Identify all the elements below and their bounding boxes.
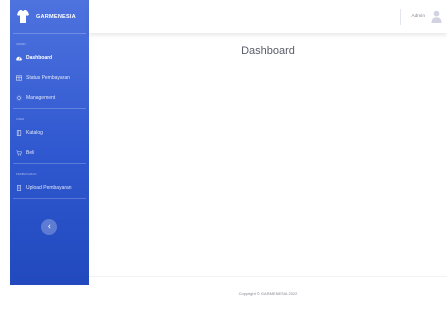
sidebar-item-label: Management <box>26 95 56 101</box>
sidebar-toggle-button[interactable] <box>41 219 57 235</box>
sidebar-heading-pembayaran: PEMBAYARAN <box>16 172 37 176</box>
sidebar-item-katalog[interactable]: Katalog <box>10 123 89 143</box>
sidebar-item-label: Katalog <box>26 130 43 136</box>
sidebar-item-beli[interactable]: Beli <box>10 143 89 163</box>
cart-icon <box>16 150 22 156</box>
sidebar-item-upload-pembayaran[interactable]: Upload Pembayaran <box>10 178 89 198</box>
left-gutter <box>0 0 10 309</box>
sidebar-heading-user: USER <box>16 117 25 121</box>
upload-icon <box>16 185 22 191</box>
sidebar-item-label: Upload Pembayaran <box>26 185 72 191</box>
page-title: Dashboard <box>241 45 295 57</box>
user-avatar-icon[interactable] <box>431 10 442 23</box>
tshirt-icon <box>17 9 29 24</box>
footer: Copyright © GARMENESIA 2022 <box>89 276 447 309</box>
brand-name: GARMENESIA <box>36 13 76 20</box>
topbar-divider <box>400 8 402 25</box>
sidebar-divider <box>13 198 86 199</box>
app-root: GARMENESIA ADMIN Dashboard Status Pembay… <box>0 0 447 309</box>
users-icon <box>16 95 22 101</box>
book-icon <box>16 130 22 136</box>
topbar: Admin <box>89 0 447 33</box>
sidebar-item-label: Dashboard <box>26 55 53 61</box>
dashboard-icon <box>16 55 22 61</box>
chevron-left-icon <box>47 224 52 231</box>
sidebar-brand[interactable]: GARMENESIA <box>10 0 89 33</box>
content-wrapper: Admin Dashboard Copyright © GARMENESIA 2… <box>89 0 447 309</box>
sidebar-item-label: Beli <box>26 150 35 156</box>
table-icon <box>16 75 22 81</box>
sidebar-item-management[interactable]: Management <box>10 88 89 108</box>
footer-copyright: Copyright © GARMENESIA 2022 <box>238 291 298 296</box>
sidebar-heading-admin: ADMIN <box>16 42 26 46</box>
sidebar-item-dashboard[interactable]: Dashboard <box>10 48 89 68</box>
main-content: Dashboard <box>89 33 447 276</box>
user-name[interactable]: Admin <box>411 14 425 19</box>
sidebar: GARMENESIA ADMIN Dashboard Status Pembay… <box>10 0 89 285</box>
sidebar-item-status-pembayaran[interactable]: Status Pembayaran <box>10 68 89 88</box>
sidebar-item-label: Status Pembayaran <box>26 75 70 81</box>
